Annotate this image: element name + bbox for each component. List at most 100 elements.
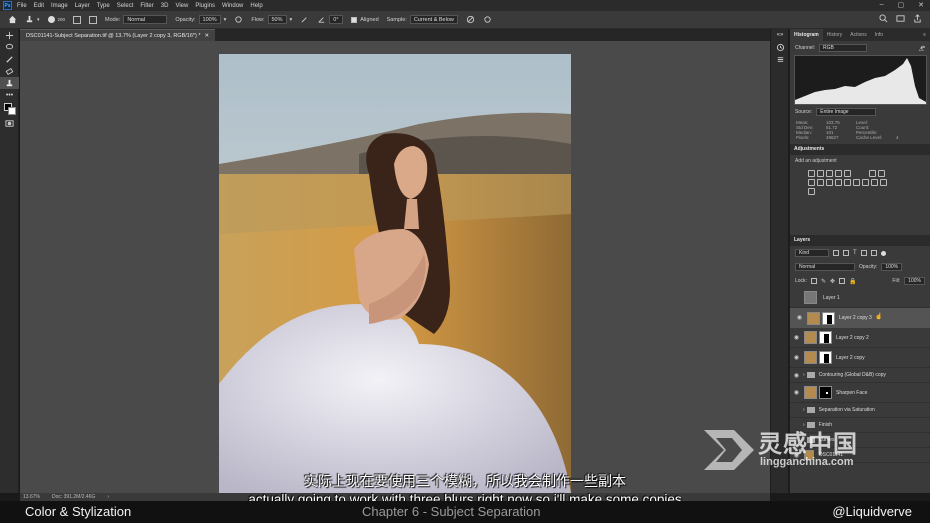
gradient-map-icon[interactable]: [880, 179, 887, 186]
tool-more[interactable]: •••: [0, 89, 19, 101]
layer-opacity-input[interactable]: 100%: [881, 263, 903, 271]
channel-select[interactable]: RGB: [819, 44, 868, 52]
tab-history[interactable]: History: [823, 29, 847, 41]
panel-menu-icon[interactable]: ≡: [923, 32, 926, 38]
warning-icon[interactable]: ⚠: [919, 46, 924, 53]
eye-icon[interactable]: ◉: [792, 354, 801, 361]
filter-adjustment-icon[interactable]: [843, 250, 849, 256]
photo-filter-icon[interactable]: [826, 179, 833, 186]
document-tab[interactable]: DSC01141-Subject Separation.tif @ 13.7% …: [20, 29, 216, 41]
angle-input[interactable]: 0°: [329, 15, 344, 24]
toggle-brush-settings-icon[interactable]: [73, 15, 82, 24]
tab-histogram[interactable]: Histogram: [790, 29, 823, 41]
menu-filter[interactable]: Filter: [140, 3, 153, 9]
menu-window[interactable]: Window: [222, 3, 243, 9]
menu-edit[interactable]: Edit: [34, 3, 44, 9]
lock-all-icon[interactable]: 🔒: [849, 278, 856, 285]
chevron-down-icon[interactable]: ▾: [290, 17, 293, 23]
minimize-icon[interactable]: –: [880, 1, 884, 9]
layer-group-row[interactable]: ◉ › Contouring (Global D&B) copy: [790, 368, 930, 383]
source-select[interactable]: Entire Image: [816, 108, 877, 116]
filter-type-icon[interactable]: T: [853, 250, 857, 256]
layer-row-selected[interactable]: ◉ Layer 2 copy 3 ☝: [790, 308, 930, 328]
foreground-background-swatch[interactable]: [3, 103, 16, 115]
workspace-icon[interactable]: [896, 14, 905, 23]
properties-panel-button[interactable]: [771, 53, 789, 65]
chevron-right-icon[interactable]: ›: [803, 407, 805, 413]
layer-row[interactable]: ◉ Layer 2 copy: [790, 348, 930, 368]
layer-mask-thumbnail[interactable]: [819, 386, 832, 399]
layer-name[interactable]: Layer 2 copy 3: [839, 315, 872, 321]
close-icon[interactable]: ✕: [918, 1, 924, 9]
menu-file[interactable]: File: [17, 3, 27, 9]
invert-icon[interactable]: [853, 179, 860, 186]
group-name[interactable]: Contouring (Global D&B) copy: [819, 372, 886, 378]
eye-icon[interactable]: ◉: [795, 315, 804, 321]
lock-transparent-icon[interactable]: [810, 278, 817, 284]
maximize-icon[interactable]: ▢: [898, 1, 905, 9]
layer-group-row[interactable]: › Separation via Saturation: [790, 403, 930, 418]
menu-3d[interactable]: 3D: [161, 3, 169, 9]
document-image[interactable]: [219, 54, 571, 493]
menu-layer[interactable]: Layer: [75, 3, 90, 9]
threshold-icon[interactable]: [871, 179, 878, 186]
pressure-opacity-icon[interactable]: [234, 15, 243, 24]
tool-quick-mask[interactable]: [0, 117, 19, 129]
tool-eraser[interactable]: [0, 65, 19, 77]
chevron-right-icon[interactable]: ›: [803, 372, 805, 378]
layer-row[interactable]: ◉ Sharpen Face: [790, 383, 930, 403]
gradient-triangle-icon[interactable]: [844, 170, 851, 177]
menu-type[interactable]: Type: [97, 3, 110, 9]
levels-icon[interactable]: [817, 170, 824, 177]
eye-icon[interactable]: ◉: [792, 389, 801, 396]
opacity-input[interactable]: 100%: [198, 15, 221, 24]
tool-clone-stamp[interactable]: [0, 77, 19, 89]
hue-saturation-icon[interactable]: [878, 170, 885, 177]
menu-plugins[interactable]: Plugins: [195, 3, 215, 9]
layer-row[interactable]: ◉ Layer 2 copy 2: [790, 328, 930, 348]
ignore-adjustment-layers-icon[interactable]: [466, 15, 475, 24]
layer-filter-select[interactable]: Kind: [795, 249, 829, 257]
toggle-clone-source-icon[interactable]: [89, 15, 98, 24]
lock-image-icon[interactable]: ✎: [821, 278, 826, 285]
eye-icon[interactable]: ◉: [792, 334, 801, 341]
layer-mask-thumbnail[interactable]: [819, 351, 832, 364]
filter-pixel-icon[interactable]: [833, 250, 839, 256]
exposure-icon[interactable]: [835, 170, 842, 177]
lock-position-icon[interactable]: ✥: [830, 278, 835, 285]
menu-help[interactable]: Help: [250, 3, 262, 9]
collapse-panels-button[interactable]: «»: [771, 29, 789, 41]
curves-icon[interactable]: [826, 170, 833, 177]
black-white-icon[interactable]: [817, 179, 824, 186]
layer-name[interactable]: Layer 1: [823, 295, 840, 301]
group-name[interactable]: Separation via Saturation: [819, 407, 875, 413]
layer-mask-thumbnail[interactable]: [822, 311, 835, 325]
close-tab-icon[interactable]: ✕: [205, 30, 210, 41]
tab-actions[interactable]: Actions: [846, 29, 870, 41]
blend-mode-select[interactable]: Normal: [795, 263, 855, 271]
color-lookup-icon[interactable]: [844, 179, 851, 186]
menu-image[interactable]: Image: [51, 3, 68, 9]
tool-move[interactable]: [0, 29, 19, 41]
filter-shape-icon[interactable]: [860, 250, 867, 256]
menu-select[interactable]: Select: [117, 3, 134, 9]
lock-artboard-icon[interactable]: [839, 278, 846, 284]
vibrance-icon[interactable]: [869, 170, 876, 177]
layer-mask-thumbnail[interactable]: [819, 331, 832, 344]
pressure-size-icon[interactable]: [483, 15, 492, 24]
history-panel-button[interactable]: [771, 41, 789, 53]
flow-input[interactable]: 50%: [267, 15, 287, 24]
layer-name[interactable]: Sharpen Face: [836, 390, 867, 396]
eye-icon[interactable]: ◉: [792, 372, 801, 379]
brightness-contrast-icon[interactable]: [808, 170, 815, 177]
mode-select[interactable]: Normal: [123, 15, 168, 24]
filter-toggle-icon[interactable]: [880, 250, 886, 256]
search-icon[interactable]: [879, 14, 888, 23]
aligned-checkbox[interactable]: [351, 16, 358, 23]
color-balance-icon[interactable]: [808, 179, 815, 186]
layer-name[interactable]: Layer 2 copy: [836, 355, 865, 361]
layer-name[interactable]: Layer 2 copy 2: [836, 335, 869, 341]
selective-color-icon[interactable]: [808, 188, 815, 195]
tool-lasso[interactable]: [0, 41, 19, 53]
chevron-down-icon[interactable]: ▾: [224, 17, 227, 23]
